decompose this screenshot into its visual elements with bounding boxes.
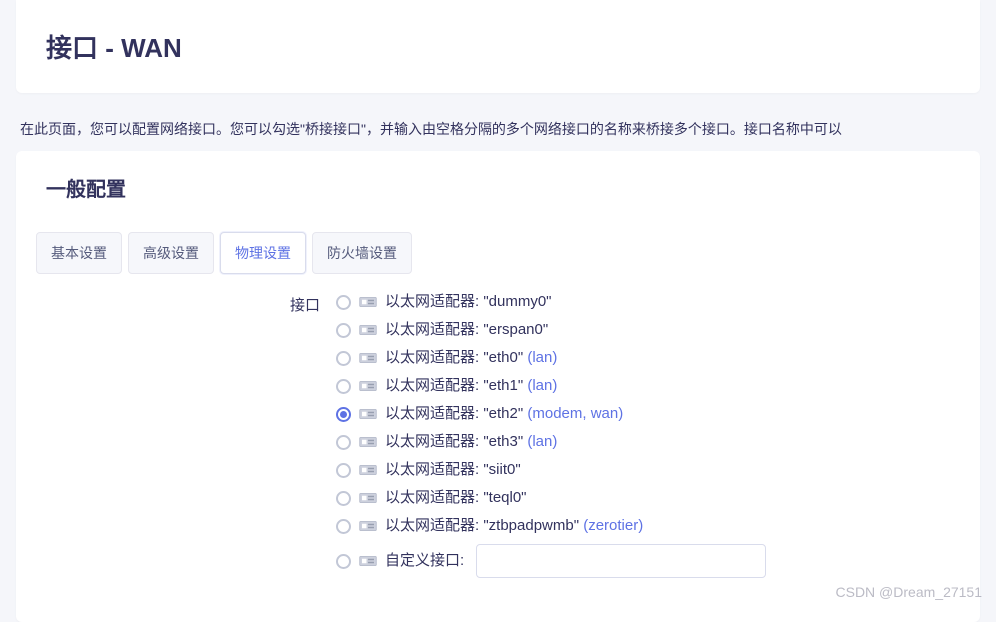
ethernet-adapter-icon [359,491,377,505]
option-label: 以太网适配器: "eth2" (modem, wan) [385,404,623,424]
interface-option-custom[interactable]: 自定义接口: [336,540,960,582]
radio-button[interactable] [336,351,351,366]
ethernet-adapter-icon [359,295,377,309]
interface-option-5[interactable]: 以太网适配器: "eth3" (lan) [336,428,960,456]
option-label: 以太网适配器: "teql0" [385,488,527,508]
ethernet-adapter-icon [359,407,377,421]
radio-button[interactable] [336,435,351,450]
ethernet-adapter-icon [359,435,377,449]
option-assignment: (lan) [523,349,557,366]
option-label: 以太网适配器: "eth0" (lan) [385,348,557,368]
interface-option-4[interactable]: 以太网适配器: "eth2" (modem, wan) [336,400,960,428]
radio-button[interactable] [336,491,351,506]
option-label: 以太网适配器: "dummy0" [385,292,552,312]
tab-2[interactable]: 物理设置 [220,232,306,274]
option-assignment: (zerotier) [579,517,643,534]
interface-option-7[interactable]: 以太网适配器: "teql0" [336,484,960,512]
interface-option-8[interactable]: 以太网适配器: "ztbpadpwmb" (zerotier) [336,512,960,540]
interface-option-2[interactable]: 以太网适配器: "eth0" (lan) [336,344,960,372]
interface-option-1[interactable]: 以太网适配器: "erspan0" [336,316,960,344]
radio-button[interactable] [336,463,351,478]
option-assignment: (lan) [523,377,557,394]
form-label-interface: 接口 [36,288,336,582]
ethernet-adapter-icon [359,323,377,337]
option-assignment: (modem, wan) [523,405,623,422]
tabs-row: 基本设置高级设置物理设置防火墙设置 [16,232,980,280]
option-label: 以太网适配器: "erspan0" [385,320,548,340]
form-value-col: 以太网适配器: "dummy0" 以太网适配器: "erspan0" 以太网适配器:… [336,288,960,582]
page-description: 在此页面，您可以配置网络接口。您可以勾选"桥接接口"，并输入由空格分隔的多个网络… [0,109,996,151]
option-assignment: (lan) [523,433,557,450]
ethernet-adapter-icon [359,463,377,477]
radio-button[interactable] [336,295,351,310]
config-card: 一般配置 基本设置高级设置物理设置防火墙设置 接口 以太网适配器: "dummy… [16,151,980,622]
radio-button[interactable] [336,519,351,534]
radio-button[interactable] [336,407,351,422]
tab-1[interactable]: 高级设置 [128,232,214,274]
custom-interface-input[interactable] [476,544,766,578]
option-label: 以太网适配器: "eth1" (lan) [385,376,557,396]
form-area: 接口 以太网适配器: "dummy0"以太网适配器: "erspan0"以太网适… [16,280,980,622]
option-label: 以太网适配器: "eth3" (lan) [385,432,557,452]
interface-option-3[interactable]: 以太网适配器: "eth1" (lan) [336,372,960,400]
section-title: 一般配置 [16,151,980,232]
custom-interface-label: 自定义接口: [385,551,464,571]
interface-option-6[interactable]: 以太网适配器: "siit0" [336,456,960,484]
ethernet-adapter-icon [359,519,377,533]
interface-option-0[interactable]: 以太网适配器: "dummy0" [336,288,960,316]
page-title: 接口 - WAN [46,28,952,65]
radio-button[interactable] [336,379,351,394]
ethernet-adapter-icon [359,554,377,568]
option-label: 以太网适配器: "ztbpadpwmb" (zerotier) [385,516,643,536]
radio-button[interactable] [336,323,351,338]
ethernet-adapter-icon [359,379,377,393]
tab-0[interactable]: 基本设置 [36,232,122,274]
tab-3[interactable]: 防火墙设置 [312,232,412,274]
ethernet-adapter-icon [359,351,377,365]
option-label: 以太网适配器: "siit0" [385,460,521,480]
radio-button[interactable] [336,554,351,569]
header-card: 接口 - WAN [16,0,980,93]
